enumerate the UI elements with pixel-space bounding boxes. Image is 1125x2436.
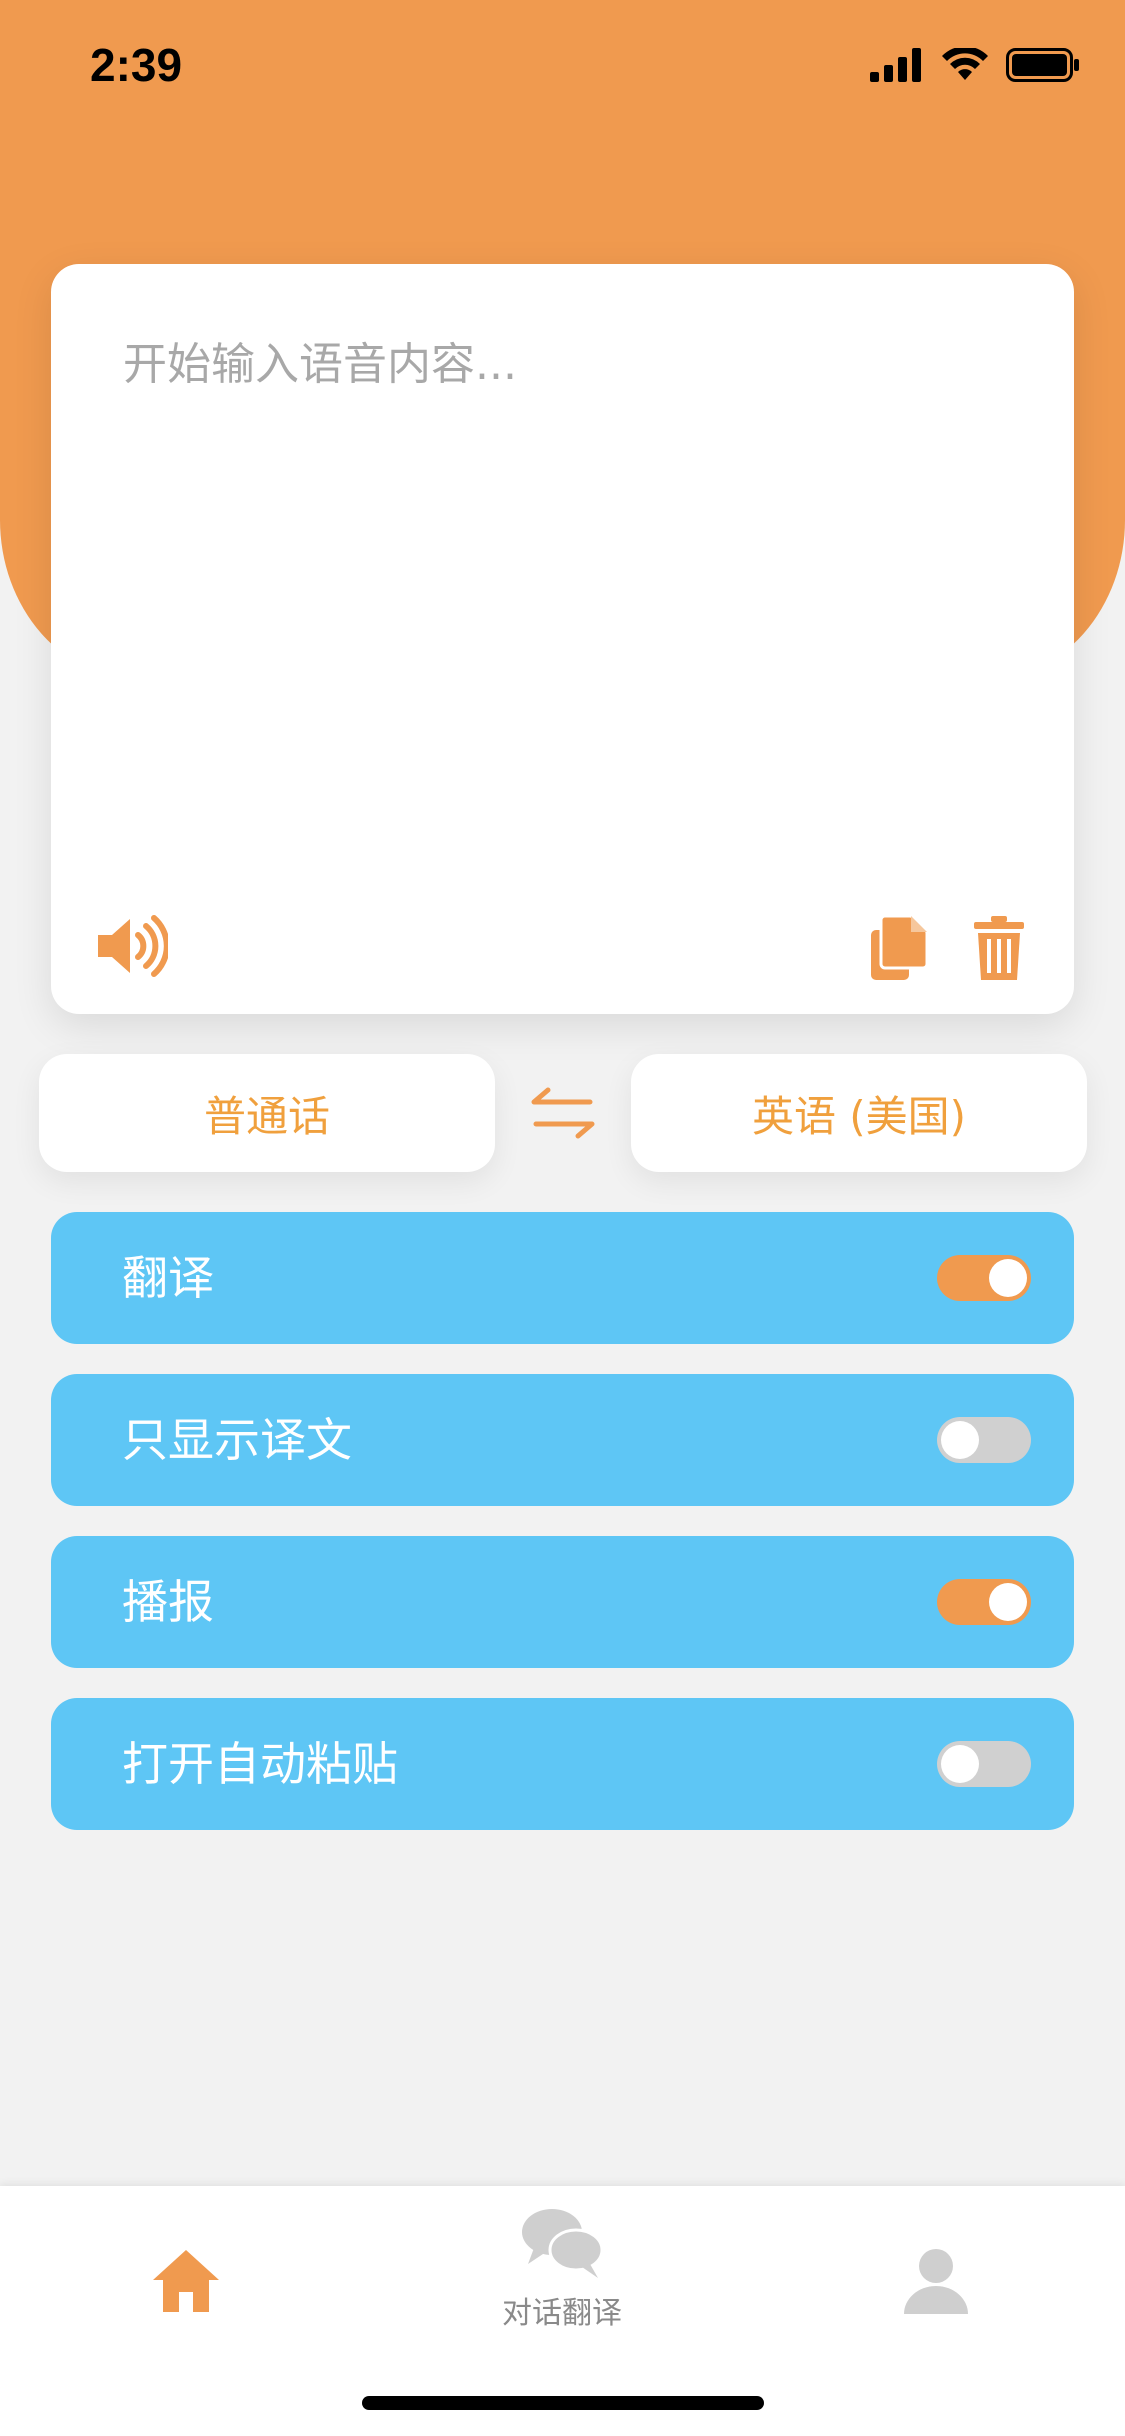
tab-home[interactable]	[86, 2206, 286, 2336]
battery-icon	[1006, 48, 1080, 86]
switch-knob	[989, 1259, 1027, 1297]
toggle-row-translation-only[interactable]: 只显示译文	[51, 1374, 1074, 1506]
tab-dialog-translation[interactable]: 对话翻译	[462, 2206, 662, 2336]
translation-only-switch[interactable]	[937, 1417, 1031, 1463]
status-time: 2:39	[90, 39, 183, 91]
home-icon	[151, 2206, 221, 2318]
switch-knob	[941, 1421, 979, 1459]
tab-profile[interactable]	[836, 2206, 1036, 2336]
toggle-row-broadcast[interactable]: 播报	[51, 1536, 1074, 1668]
switch-knob	[989, 1583, 1027, 1621]
wifi-icon	[942, 46, 988, 86]
source-language-button[interactable]: 普通话	[39, 1054, 495, 1172]
switch-knob	[941, 1745, 979, 1783]
cellular-signal-icon	[870, 48, 924, 86]
speaker-icon[interactable]	[91, 906, 171, 986]
toggle-row-auto-paste[interactable]: 打开自动粘贴	[51, 1698, 1074, 1830]
toggle-label: 翻译	[122, 1251, 214, 1305]
status-bar: 2:39	[0, 0, 1125, 140]
target-language-button[interactable]: 英语 (美国)	[631, 1054, 1087, 1172]
translate-switch[interactable]	[937, 1255, 1031, 1301]
toggle-label: 只显示译文	[122, 1413, 352, 1467]
speech-input-card[interactable]: 开始输入语音内容...	[51, 264, 1074, 1014]
home-indicator	[362, 2396, 764, 2410]
toggle-label: 播报	[122, 1575, 214, 1629]
broadcast-switch[interactable]	[937, 1579, 1031, 1625]
chat-bubbles-icon	[520, 2206, 604, 2284]
copy-icon[interactable]	[864, 912, 934, 984]
toggle-label: 打开自动粘贴	[122, 1737, 398, 1791]
tab-label: 对话翻译	[502, 2296, 622, 2331]
toggle-row-translate[interactable]: 翻译	[51, 1212, 1074, 1344]
status-icons	[870, 46, 1080, 86]
auto-paste-switch[interactable]	[937, 1741, 1031, 1787]
profile-icon	[903, 2206, 969, 2318]
trash-icon[interactable]	[969, 912, 1029, 984]
speech-input-placeholder[interactable]: 开始输入语音内容...	[123, 328, 517, 392]
swap-languages-icon[interactable]	[530, 1080, 596, 1146]
